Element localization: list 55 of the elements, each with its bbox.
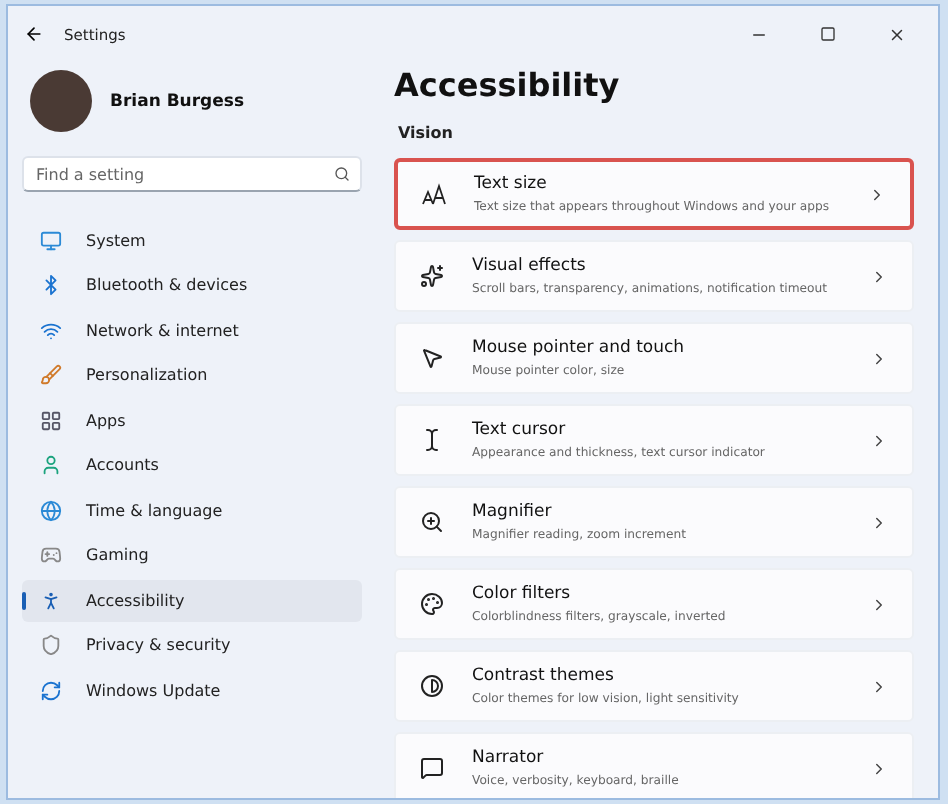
card-title: Visual effects (472, 255, 588, 275)
monitor-icon (40, 229, 62, 252)
section-heading: Vision (398, 124, 455, 142)
card-title: Mouse pointer and touch (472, 337, 687, 357)
card-title: Magnifier (472, 501, 554, 521)
gamepad-icon (40, 544, 62, 567)
chevron-icon (870, 759, 888, 777)
chevron-icon (870, 513, 888, 531)
card-title: Text size (474, 173, 549, 193)
speech-icon (420, 756, 444, 780)
chevron-icon (870, 595, 888, 613)
sidebar-item[interactable]: Gaming (22, 535, 362, 576)
person-icon (40, 454, 62, 477)
text-size-icon (422, 182, 446, 206)
sidebar-item[interactable]: Accounts (22, 445, 362, 486)
shield-icon (40, 634, 62, 657)
sidebar-item[interactable]: Accessibility (22, 580, 362, 621)
close-icon[interactable] (888, 25, 906, 43)
chevron-icon (870, 349, 888, 367)
refresh-icon (40, 679, 62, 702)
sidebar-item[interactable]: Privacy & security (22, 625, 362, 666)
chevron-icon (870, 267, 888, 285)
card-title: Text cursor (472, 419, 568, 439)
maximize-icon[interactable] (820, 26, 836, 42)
zoom-in-icon (420, 510, 444, 534)
sidebar-item[interactable]: Network & internet (22, 310, 362, 351)
sidebar-item[interactable]: System (22, 220, 362, 261)
contrast-icon (420, 674, 444, 698)
pointer-icon (420, 346, 444, 370)
sidebar-item[interactable]: Time & language (22, 490, 362, 531)
accessibility-icon (40, 589, 62, 612)
page-title: Accessibility (394, 66, 622, 104)
brush-icon (40, 364, 62, 387)
back-icon[interactable] (24, 24, 44, 44)
palette-icon (420, 592, 444, 616)
card-title: Narrator (472, 747, 546, 767)
chevron-icon (870, 677, 888, 695)
search-icon (334, 166, 350, 182)
sidebar-item[interactable]: Bluetooth & devices (22, 265, 362, 306)
sidebar-item[interactable]: Apps (22, 400, 362, 441)
apps-icon (40, 409, 62, 432)
globe-icon (40, 499, 62, 522)
card-title: Contrast themes (472, 665, 616, 685)
card-title: Color filters (472, 583, 573, 603)
text-cursor-icon (420, 428, 444, 452)
avatar (30, 70, 92, 132)
bluetooth-icon (40, 274, 62, 297)
chevron-icon (868, 185, 886, 203)
search-field[interactable]: Find a setting (22, 156, 362, 192)
chevron-icon (870, 431, 888, 449)
sparkles-icon (420, 264, 444, 288)
wifi-icon (40, 319, 62, 342)
sidebar-item[interactable]: Personalization (22, 355, 362, 396)
sidebar-item[interactable]: Windows Update (22, 670, 362, 711)
profile-name: Brian Burgess (110, 91, 245, 111)
